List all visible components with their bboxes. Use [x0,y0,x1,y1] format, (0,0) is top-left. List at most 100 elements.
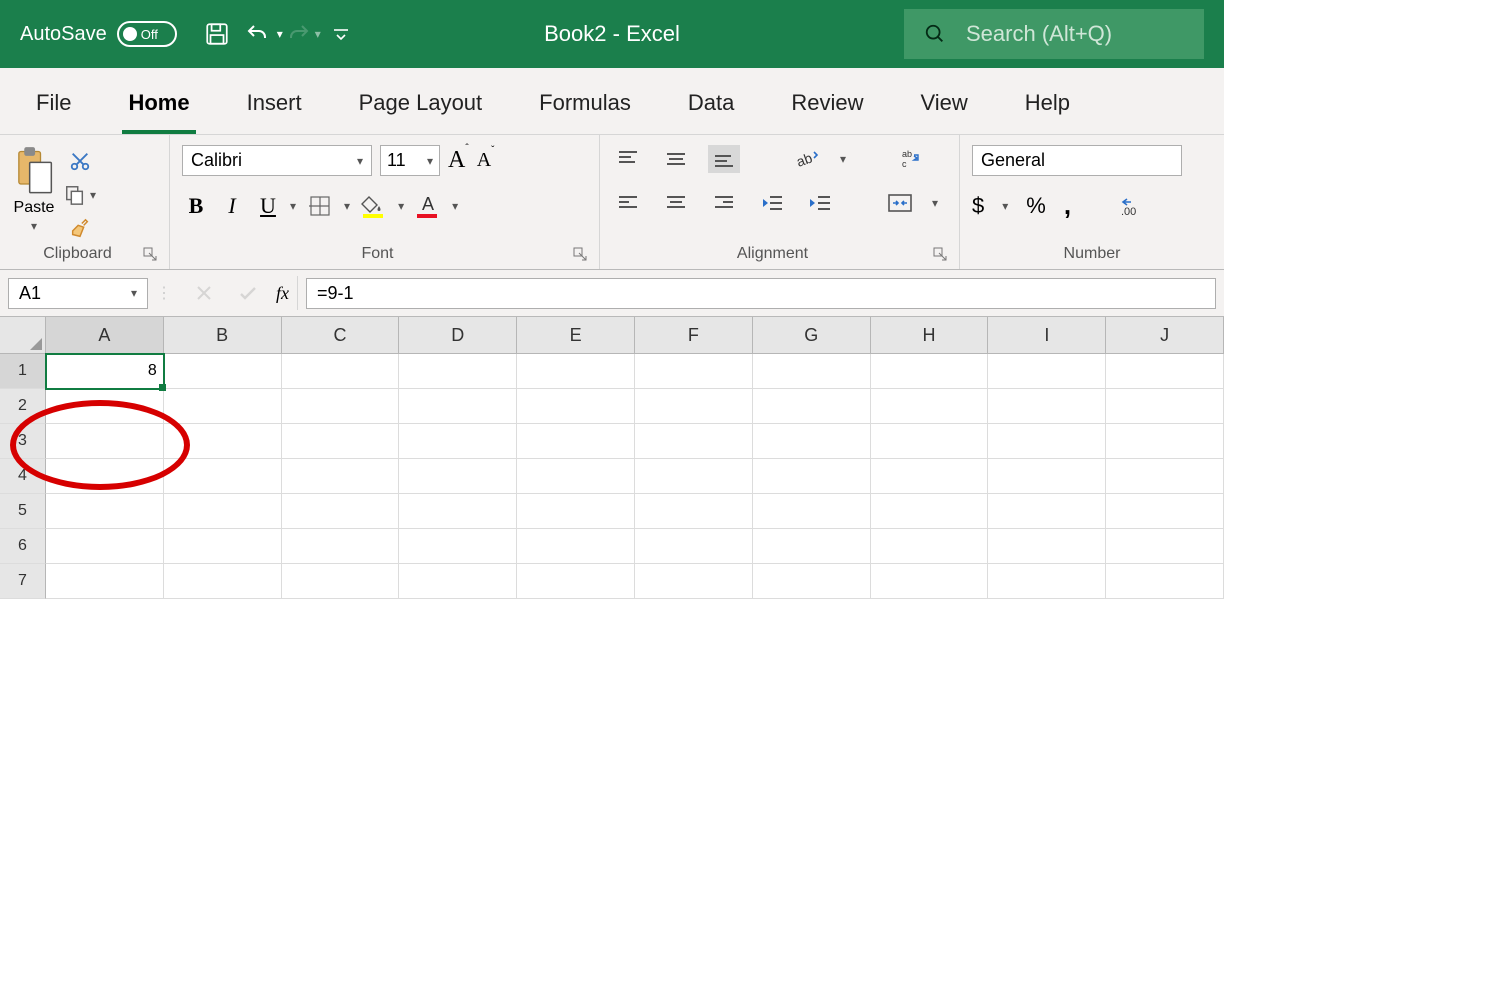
cell-h6[interactable] [871,529,989,564]
cell-e3[interactable] [517,424,635,459]
cell-j3[interactable] [1106,424,1224,459]
cell-a1[interactable]: 8 [46,354,164,389]
cell-i1[interactable] [988,354,1106,389]
orientation-dropdown[interactable]: ▾ [840,152,846,166]
cell-e1[interactable] [517,354,635,389]
tab-page-layout[interactable]: Page Layout [353,80,489,134]
cell-j6[interactable] [1106,529,1224,564]
cell-h3[interactable] [871,424,989,459]
cell-h5[interactable] [871,494,989,529]
cell-d4[interactable] [399,459,517,494]
cell-b7[interactable] [164,564,282,599]
column-header-j[interactable]: J [1106,317,1224,353]
cell-e2[interactable] [517,389,635,424]
cell-h7[interactable] [871,564,989,599]
number-format-select[interactable]: General [972,145,1182,176]
cell-f7[interactable] [635,564,753,599]
merge-dropdown[interactable]: ▾ [932,196,938,210]
cell-d3[interactable] [399,424,517,459]
cell-h2[interactable] [871,389,989,424]
cell-h4[interactable] [871,459,989,494]
font-name-select[interactable]: Calibri▾ [182,145,372,176]
alignment-launcher-icon[interactable] [933,247,947,261]
cell-a2[interactable] [46,389,164,424]
cell-c3[interactable] [282,424,400,459]
cell-j7[interactable] [1106,564,1224,599]
align-right-button[interactable] [708,189,740,217]
cell-g2[interactable] [753,389,871,424]
cell-g4[interactable] [753,459,871,494]
align-middle-button[interactable] [660,145,692,173]
column-header-h[interactable]: H [871,317,989,353]
align-top-button[interactable] [612,145,644,173]
cell-f6[interactable] [635,529,753,564]
cell-i5[interactable] [988,494,1106,529]
font-color-button[interactable]: A [412,192,444,220]
cell-j2[interactable] [1106,389,1224,424]
cell-a7[interactable] [46,564,164,599]
increase-font-button[interactable]: Aˆ [448,147,469,174]
fill-color-dropdown[interactable]: ▾ [398,199,404,213]
orientation-button[interactable]: ab [792,145,824,173]
copy-button[interactable]: ▾ [64,181,96,209]
column-header-g[interactable]: G [753,317,871,353]
cell-f1[interactable] [635,354,753,389]
cell-f5[interactable] [635,494,753,529]
cell-b3[interactable] [164,424,282,459]
cell-b4[interactable] [164,459,282,494]
cell-i4[interactable] [988,459,1106,494]
tab-formulas[interactable]: Formulas [533,80,637,134]
cell-b1[interactable] [164,354,282,389]
underline-button[interactable]: U [254,193,282,219]
align-left-button[interactable] [612,189,644,217]
cut-button[interactable] [64,147,96,175]
cell-j4[interactable] [1106,459,1224,494]
wrap-text-button[interactable]: abc [894,145,926,173]
insert-function-button[interactable]: fx [276,283,289,304]
tab-review[interactable]: Review [785,80,869,134]
decrease-indent-button[interactable] [756,189,788,217]
cell-b5[interactable] [164,494,282,529]
decrease-font-button[interactable]: Aˇ [477,149,495,172]
cell-i3[interactable] [988,424,1106,459]
search-box[interactable]: Search (Alt+Q) [904,9,1204,59]
cell-e6[interactable] [517,529,635,564]
cell-d7[interactable] [399,564,517,599]
paste-dropdown-arrow[interactable]: ▾ [31,219,37,233]
cell-b2[interactable] [164,389,282,424]
format-painter-button[interactable] [64,215,96,243]
cell-a6[interactable] [46,529,164,564]
underline-dropdown[interactable]: ▾ [290,199,296,213]
cell-h1[interactable] [871,354,989,389]
cell-c1[interactable] [282,354,400,389]
align-center-button[interactable] [660,189,692,217]
row-header-5[interactable]: 5 [0,494,46,529]
column-header-b[interactable]: B [164,317,282,353]
accounting-dropdown[interactable]: ▾ [1002,199,1008,213]
cell-f4[interactable] [635,459,753,494]
percent-format-button[interactable]: % [1026,193,1046,219]
cell-e7[interactable] [517,564,635,599]
tab-insert[interactable]: Insert [241,80,308,134]
column-header-e[interactable]: E [517,317,635,353]
cell-g3[interactable] [753,424,871,459]
cell-g7[interactable] [753,564,871,599]
cell-j1[interactable] [1106,354,1224,389]
cell-d5[interactable] [399,494,517,529]
cell-c4[interactable] [282,459,400,494]
cell-b6[interactable] [164,529,282,564]
cell-i2[interactable] [988,389,1106,424]
cell-d1[interactable] [399,354,517,389]
tab-help[interactable]: Help [1019,80,1076,134]
cell-c2[interactable] [282,389,400,424]
cell-c6[interactable] [282,529,400,564]
italic-button[interactable]: I [218,193,246,219]
undo-button[interactable] [237,14,277,54]
merge-center-button[interactable] [884,189,916,217]
cell-f3[interactable] [635,424,753,459]
column-header-c[interactable]: C [282,317,400,353]
cell-a4[interactable] [46,459,164,494]
align-bottom-button[interactable] [708,145,740,173]
save-button[interactable] [197,14,237,54]
clipboard-launcher-icon[interactable] [143,247,157,261]
